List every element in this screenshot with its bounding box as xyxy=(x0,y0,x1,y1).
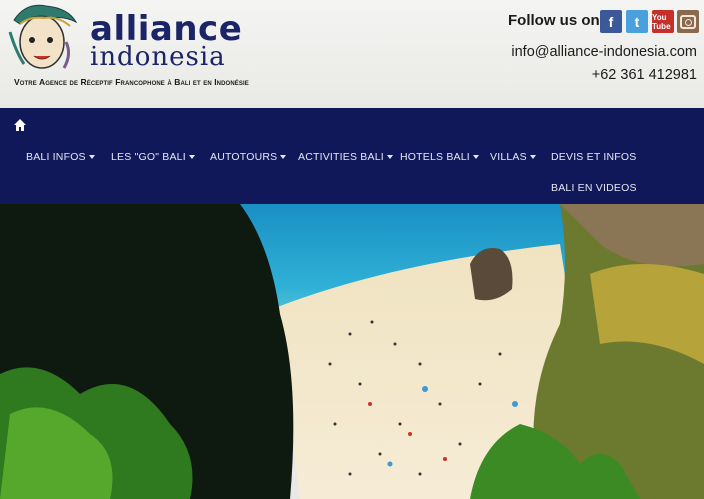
brand-logo[interactable]: alliance indonesia xyxy=(90,12,242,70)
logo-icon[interactable] xyxy=(6,2,84,74)
contact-email-link[interactable]: info@alliance-indonesia.com xyxy=(511,44,697,60)
caret-down-icon xyxy=(386,155,393,160)
caret-down-icon xyxy=(188,155,195,160)
nav-item-les-go-bali[interactable]: LES "GO" BALI xyxy=(111,151,195,163)
facebook-icon[interactable]: f xyxy=(600,10,622,33)
nav-item-bali-en-videos[interactable]: BALI EN VIDEOS xyxy=(551,182,637,194)
youtube-icon[interactable]: You Tube xyxy=(652,10,674,33)
caret-down-icon xyxy=(280,155,287,160)
home-icon[interactable] xyxy=(13,118,27,132)
nav-item-label: DEVIS ET INFOS xyxy=(551,151,637,163)
beach-photo xyxy=(0,204,704,499)
nav-item-label: BALI EN VIDEOS xyxy=(551,182,637,194)
nav-item-devis-et-infos[interactable]: DEVIS ET INFOS xyxy=(551,151,636,163)
twitter-icon[interactable]: t xyxy=(626,10,648,33)
brand-name-bottom: indonesia xyxy=(90,42,226,72)
nav-item-label: LES "GO" BALI xyxy=(111,151,186,163)
nav-item-bali-infos[interactable]: BALI INFOS xyxy=(26,151,95,163)
caret-down-icon xyxy=(529,155,536,160)
brand-name-top: alliance xyxy=(90,9,243,49)
caret-down-icon xyxy=(472,155,479,160)
site-header: alliance indonesia Votre Agence de Récep… xyxy=(0,0,704,108)
nav-item-label: VILLAS xyxy=(490,151,527,163)
nav-item-activities-bali[interactable]: ACTIVITIES BALI xyxy=(298,151,393,163)
nav-item-hotels-bali[interactable]: HOTELS BALI xyxy=(400,151,479,163)
nav-item-label: HOTELS BALI xyxy=(400,151,470,163)
tagline: Votre Agence de Réceptif Francophone à B… xyxy=(14,77,249,87)
caret-down-icon xyxy=(88,155,95,160)
instagram-icon[interactable] xyxy=(677,10,699,33)
contact-phone: +62 361 412981 xyxy=(591,67,697,83)
nav-item-label: ACTIVITIES BALI xyxy=(298,151,384,163)
main-nav: BALI INFOS LES "GO" BALI AUTOTOURS ACTIV… xyxy=(0,108,704,204)
nav-item-villas[interactable]: VILLAS xyxy=(490,151,536,163)
follow-us-label: Follow us on xyxy=(508,12,600,29)
nav-item-label: BALI INFOS xyxy=(26,151,86,163)
nav-item-autotours[interactable]: AUTOTOURS xyxy=(210,151,287,163)
nav-item-label: AUTOTOURS xyxy=(210,151,278,163)
hero-image xyxy=(0,204,704,499)
